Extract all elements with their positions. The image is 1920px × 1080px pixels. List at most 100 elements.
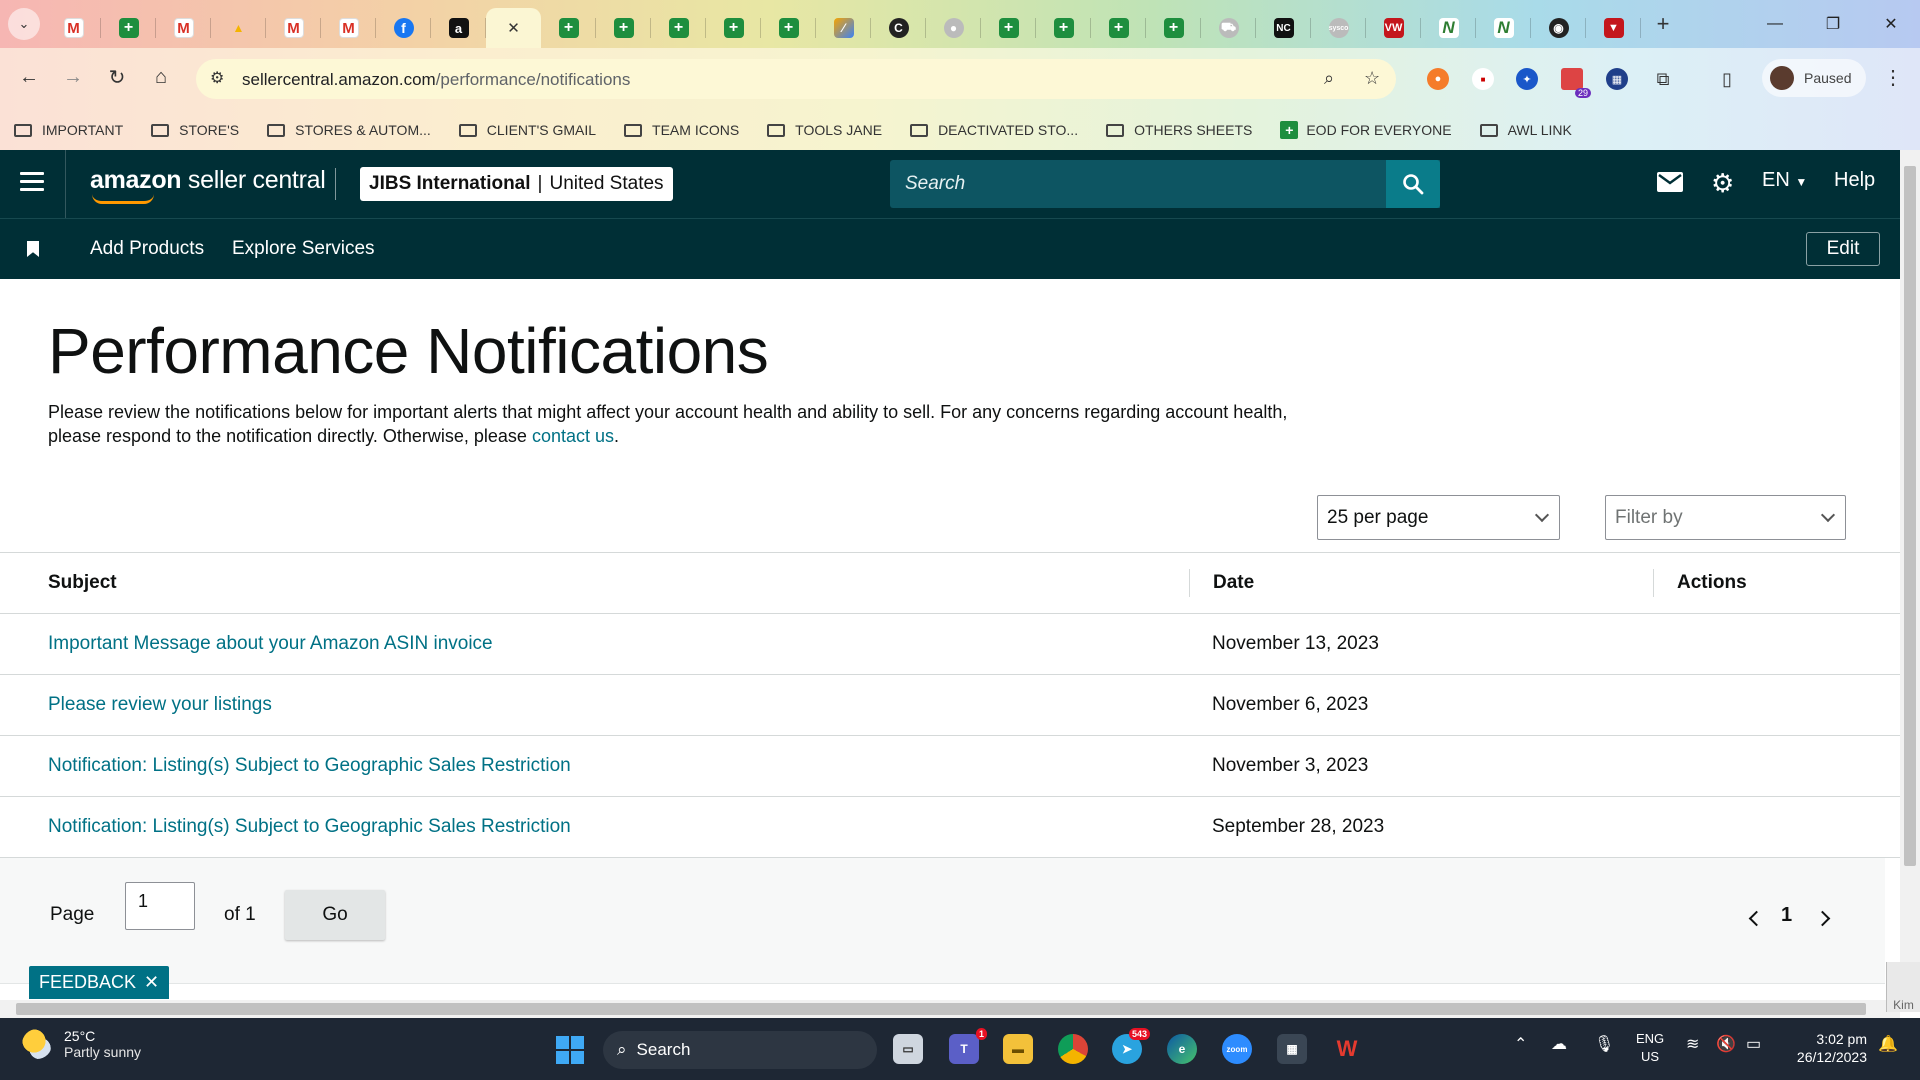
forward-arrow-icon[interactable]: → <box>58 62 88 92</box>
microphone-icon[interactable]: 🎙 <box>1594 1034 1614 1054</box>
chrome-icon[interactable] <box>1058 1034 1088 1064</box>
mail-icon[interactable] <box>1657 172 1683 198</box>
browser-tab[interactable]: + <box>981 8 1036 48</box>
browser-tab[interactable]: ⁄ <box>816 8 871 48</box>
notification-bell-icon[interactable]: 🔔 <box>1878 1034 1898 1054</box>
browser-tab[interactable]: ▼ <box>1586 8 1641 48</box>
weather-widget[interactable]: 25°C Partly sunny <box>22 1028 141 1060</box>
windows-start-icon[interactable] <box>556 1036 584 1064</box>
page-number-input[interactable] <box>125 882 195 930</box>
per-page-select[interactable]: 25 per page <box>1317 495 1560 540</box>
site-settings-icon[interactable]: ⚙ <box>210 68 224 88</box>
tab-search-chevron-icon[interactable]: ⌄ <box>8 8 40 40</box>
column-header-subject[interactable]: Subject <box>48 553 117 613</box>
browser-tab[interactable]: ◉ <box>1531 8 1586 48</box>
browser-tab[interactable]: + <box>1036 8 1091 48</box>
input-language[interactable]: ENG US <box>1636 1030 1664 1066</box>
new-tab-button[interactable]: + <box>1649 10 1677 38</box>
browser-tab[interactable]: a <box>431 8 486 48</box>
help-link[interactable]: Help <box>1834 169 1875 192</box>
browser-tab[interactable]: N <box>1476 8 1531 48</box>
account-switcher[interactable]: JIBS International | United States <box>360 167 673 201</box>
browser-tab[interactable]: ⛟ <box>1201 8 1256 48</box>
horizontal-scroll-thumb[interactable] <box>16 1003 1866 1015</box>
extension-blue-icon[interactable]: ✦ <box>1516 68 1538 90</box>
browser-tab[interactable]: NC <box>1256 8 1311 48</box>
bookmark-item[interactable]: AWL LINK <box>1479 122 1572 138</box>
onedrive-cloud-icon[interactable]: ☁ <box>1551 1034 1567 1054</box>
bookmark-item[interactable]: DEACTIVATED STO... <box>910 122 1078 138</box>
speaker-muted-icon[interactable]: 🔇 <box>1716 1034 1736 1054</box>
minimize-icon[interactable]: — <box>1746 0 1804 48</box>
file-explorer-icon[interactable]: ▬ <box>1003 1034 1033 1064</box>
close-icon[interactable]: ✕ <box>507 19 520 37</box>
browser-tab[interactable]: + <box>101 8 156 48</box>
browser-tab[interactable]: + <box>761 8 816 48</box>
next-page-icon[interactable] <box>1814 910 1831 927</box>
extension-orange-icon[interactable]: ● <box>1427 68 1449 90</box>
browser-tab[interactable]: M <box>266 8 321 48</box>
back-arrow-icon[interactable]: ← <box>14 62 44 92</box>
current-page-number[interactable]: 1 <box>1781 904 1792 927</box>
browser-tab[interactable]: ▲ <box>211 8 266 48</box>
taskbar-search[interactable]: ⌕ Search <box>603 1031 877 1069</box>
zoom-app-icon[interactable]: zoom <box>1222 1034 1252 1064</box>
wifi-icon[interactable]: ≋ <box>1686 1034 1699 1054</box>
seller-central-logo[interactable]: amazon seller central <box>90 166 326 204</box>
contact-us-link[interactable]: contact us <box>532 426 614 446</box>
edit-nav-button[interactable]: Edit <box>1806 232 1880 266</box>
browser-tab[interactable]: sysco <box>1311 8 1366 48</box>
filter-select[interactable]: Filter by <box>1605 495 1846 540</box>
vertical-scroll-thumb[interactable] <box>1904 166 1916 866</box>
column-header-date[interactable]: Date <box>1213 553 1254 613</box>
bookmark-item[interactable]: CLIENT'S GMAIL <box>458 122 596 138</box>
bookmark-item[interactable]: OTHERS SHEETS <box>1106 122 1252 138</box>
profile-button[interactable]: Paused <box>1762 59 1866 97</box>
settings-gear-icon[interactable]: ⚙ <box>1711 168 1734 199</box>
browser-tab[interactable]: C <box>871 8 926 48</box>
browser-tab[interactable]: f <box>376 8 431 48</box>
horizontal-scrollbar[interactable] <box>0 1000 1900 1018</box>
notification-subject-link[interactable]: Notification: Listing(s) Subject to Geog… <box>48 816 571 838</box>
nav-explore-services[interactable]: Explore Services <box>232 238 375 260</box>
browser-tab[interactable]: M <box>156 8 211 48</box>
extensions-puzzle-icon[interactable]: ⧉ <box>1652 68 1674 90</box>
browser-tab[interactable]: ✕ <box>486 8 541 48</box>
notification-subject-link[interactable]: Notification: Listing(s) Subject to Geog… <box>48 755 571 777</box>
bookmark-item[interactable]: IMPORTANT <box>14 122 123 138</box>
system-clock[interactable]: 3:02 pm 26/12/2023 <box>1785 1030 1867 1066</box>
restore-icon[interactable]: ❐ <box>1804 0 1862 48</box>
notification-subject-link[interactable]: Important Message about your Amazon ASIN… <box>48 633 493 655</box>
browser-tab[interactable]: M <box>46 8 101 48</box>
bookmark-item[interactable]: TEAM ICONS <box>624 122 739 138</box>
wps-office-icon[interactable]: W <box>1332 1034 1362 1064</box>
go-button[interactable]: Go <box>285 890 385 940</box>
header-search-input[interactable] <box>890 160 1386 208</box>
extension-keepa-icon[interactable]: ■ <box>1472 68 1494 90</box>
language-selector[interactable]: EN ▼ <box>1762 169 1807 192</box>
zoom-icon[interactable]: ⌕ <box>1324 68 1334 89</box>
url-text[interactable]: sellercentral.amazon.com/performance/not… <box>242 70 630 90</box>
browser-tab[interactable]: + <box>1091 8 1146 48</box>
browser-tab[interactable]: + <box>706 8 761 48</box>
notification-subject-link[interactable]: Please review your listings <box>48 694 272 716</box>
browser-tab[interactable]: + <box>541 8 596 48</box>
feedback-button[interactable]: FEEDBACK ✕ <box>29 966 170 999</box>
vertical-scrollbar[interactable] <box>1900 150 1920 1000</box>
search-icon[interactable] <box>1386 160 1440 208</box>
scroll-corner-widget[interactable]: Kim <box>1886 962 1920 1012</box>
bookmark-star-icon[interactable]: ☆ <box>1364 68 1380 89</box>
bookmark-item[interactable]: TOOLS JANE <box>767 122 882 138</box>
side-panel-icon[interactable]: ▯ <box>1716 68 1738 90</box>
browser-tab[interactable]: + <box>651 8 706 48</box>
extension-grid-icon[interactable]: ▦ <box>1606 68 1628 90</box>
bookmark-icon[interactable] <box>27 241 39 257</box>
bookmark-item[interactable]: + EOD FOR EVERYONE <box>1280 121 1452 139</box>
telegram-icon[interactable]: ➤ 543 <box>1112 1028 1150 1064</box>
battery-icon[interactable]: ▭ <box>1746 1034 1761 1054</box>
nav-add-products[interactable]: Add Products <box>90 238 204 260</box>
window-close-icon[interactable]: ✕ <box>1862 0 1920 48</box>
address-bar[interactable]: ⚙ sellercentral.amazon.com/performance/n… <box>196 59 1396 99</box>
tray-chevron-up-icon[interactable]: ⌃ <box>1514 1034 1527 1054</box>
reload-icon[interactable]: ↻ <box>102 62 132 92</box>
